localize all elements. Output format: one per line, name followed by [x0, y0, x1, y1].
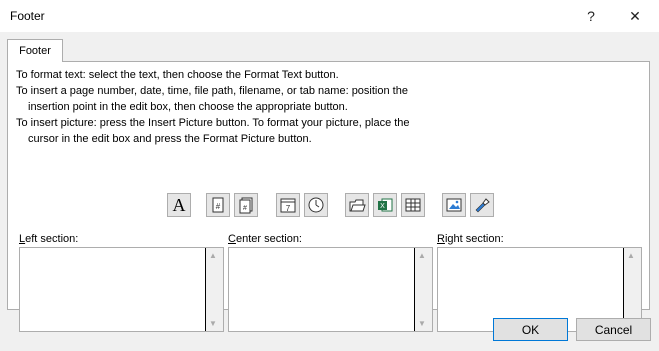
page-number-button[interactable]: #	[206, 193, 230, 217]
scroll-down-icon[interactable]: ▼	[418, 319, 426, 328]
scroll-up-icon[interactable]: ▲	[627, 251, 635, 260]
scroll-up-icon[interactable]: ▲	[209, 251, 217, 260]
svg-text:X: X	[380, 203, 385, 210]
format-picture-button[interactable]	[470, 193, 494, 217]
right-section-label: Right section:	[437, 233, 504, 245]
left-section-editbox[interactable]: ▲ ▼	[19, 247, 224, 332]
ok-button[interactable]: OK	[493, 318, 568, 341]
insert-file-path-button[interactable]	[345, 193, 369, 217]
file-path-icon	[349, 199, 366, 212]
insert-picture-icon	[446, 198, 462, 212]
instruction-line: To format text: select the text, then ch…	[16, 69, 339, 81]
svg-text:#: #	[243, 205, 247, 212]
insert-filename-button[interactable]: X	[373, 193, 397, 217]
instruction-line: cursor in the edit box and press the For…	[28, 133, 312, 145]
instruction-line: To insert a page number, date, time, fil…	[16, 85, 408, 97]
date-icon: 7	[280, 198, 296, 213]
svg-text:#: #	[216, 202, 221, 211]
format-text-button[interactable]: A	[167, 193, 191, 217]
time-icon	[308, 197, 324, 213]
insert-time-button[interactable]	[304, 193, 328, 217]
svg-text:7: 7	[286, 204, 291, 213]
window-title: Footer	[10, 9, 45, 23]
instruction-line: insertion point in the edit box, then ch…	[28, 101, 348, 113]
help-icon[interactable]: ?	[578, 4, 604, 28]
sheet-name-icon	[405, 198, 421, 212]
center-section-label: Center section:	[228, 233, 302, 245]
close-icon[interactable]: ✕	[622, 4, 648, 28]
center-section-scrollbar[interactable]: ▲ ▼	[414, 248, 432, 331]
instruction-line: To insert picture: press the Insert Pict…	[16, 117, 410, 129]
tab-footer[interactable]: Footer	[7, 39, 63, 62]
cancel-button[interactable]: Cancel	[576, 318, 651, 341]
dialog-body: Footer To format text: select the text, …	[0, 32, 659, 351]
filename-icon: X	[378, 198, 393, 212]
format-picture-icon	[475, 198, 490, 213]
tab-panel: To format text: select the text, then ch…	[7, 61, 650, 332]
scroll-up-icon[interactable]: ▲	[418, 251, 426, 260]
left-section-label: Left section:	[19, 233, 79, 245]
scroll-down-icon[interactable]: ▼	[209, 319, 217, 328]
left-section-scrollbar[interactable]: ▲ ▼	[205, 248, 223, 331]
insert-date-button[interactable]: 7	[276, 193, 300, 217]
number-of-pages-icon: #	[239, 197, 253, 214]
page-number-icon: #	[212, 197, 224, 213]
center-section-editbox[interactable]: ▲ ▼	[228, 247, 433, 332]
insert-sheet-name-button[interactable]	[401, 193, 425, 217]
format-text-icon: A	[172, 194, 186, 215]
title-bar: Footer ? ✕	[0, 0, 659, 32]
number-of-pages-button[interactable]: #	[234, 193, 258, 217]
insert-picture-button[interactable]	[442, 193, 466, 217]
